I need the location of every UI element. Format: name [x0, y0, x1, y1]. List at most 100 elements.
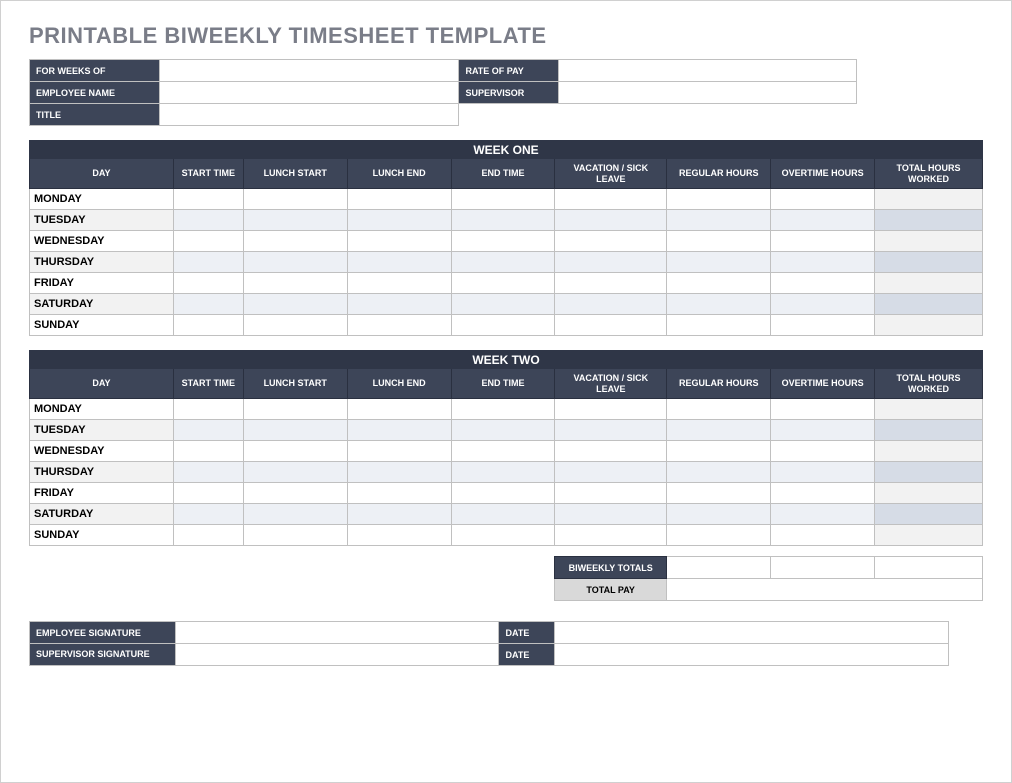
cell[interactable]: [667, 441, 771, 462]
cell[interactable]: [667, 273, 771, 294]
cell[interactable]: [555, 231, 667, 252]
cell[interactable]: [243, 210, 347, 231]
cell[interactable]: [555, 483, 667, 504]
cell[interactable]: [555, 441, 667, 462]
for-weeks-of-value[interactable]: [159, 60, 459, 82]
cell[interactable]: [555, 294, 667, 315]
cell[interactable]: [667, 399, 771, 420]
cell[interactable]: [243, 189, 347, 210]
cell[interactable]: [667, 210, 771, 231]
cell[interactable]: [555, 420, 667, 441]
cell[interactable]: [771, 441, 875, 462]
cell[interactable]: [451, 525, 555, 546]
cell[interactable]: [555, 315, 667, 336]
cell[interactable]: [555, 189, 667, 210]
cell[interactable]: [243, 252, 347, 273]
cell[interactable]: [555, 462, 667, 483]
cell[interactable]: [347, 462, 451, 483]
cell[interactable]: [451, 420, 555, 441]
cell[interactable]: [173, 420, 243, 441]
cell[interactable]: [667, 420, 771, 441]
cell[interactable]: [173, 231, 243, 252]
cell[interactable]: [243, 462, 347, 483]
supervisor-signature-value[interactable]: [175, 644, 499, 666]
cell[interactable]: [771, 189, 875, 210]
cell[interactable]: [771, 420, 875, 441]
cell[interactable]: [173, 189, 243, 210]
cell[interactable]: [771, 252, 875, 273]
cell[interactable]: [173, 315, 243, 336]
cell[interactable]: [771, 315, 875, 336]
supervisor-value[interactable]: [559, 82, 857, 104]
cell[interactable]: [771, 210, 875, 231]
cell[interactable]: [173, 273, 243, 294]
cell[interactable]: [347, 273, 451, 294]
cell[interactable]: [771, 294, 875, 315]
cell[interactable]: [243, 441, 347, 462]
cell[interactable]: [451, 252, 555, 273]
cell[interactable]: [173, 441, 243, 462]
cell[interactable]: [347, 210, 451, 231]
cell[interactable]: [771, 483, 875, 504]
cell[interactable]: [771, 504, 875, 525]
cell[interactable]: [555, 252, 667, 273]
cell[interactable]: [347, 441, 451, 462]
cell[interactable]: [173, 399, 243, 420]
cell[interactable]: [243, 420, 347, 441]
cell[interactable]: [243, 504, 347, 525]
cell[interactable]: [347, 231, 451, 252]
cell[interactable]: [243, 315, 347, 336]
cell[interactable]: [243, 273, 347, 294]
employee-signature-value[interactable]: [175, 622, 499, 644]
cell[interactable]: [771, 462, 875, 483]
cell[interactable]: [451, 231, 555, 252]
cell[interactable]: [771, 525, 875, 546]
cell[interactable]: [667, 525, 771, 546]
cell[interactable]: [347, 294, 451, 315]
cell[interactable]: [451, 483, 555, 504]
cell[interactable]: [451, 189, 555, 210]
cell[interactable]: [667, 483, 771, 504]
cell[interactable]: [451, 315, 555, 336]
cell[interactable]: [667, 315, 771, 336]
cell[interactable]: [667, 252, 771, 273]
cell[interactable]: [173, 294, 243, 315]
supervisor-date-value[interactable]: [555, 644, 949, 666]
cell[interactable]: [347, 189, 451, 210]
cell[interactable]: [173, 483, 243, 504]
cell[interactable]: [173, 504, 243, 525]
cell[interactable]: [555, 273, 667, 294]
cell[interactable]: [771, 273, 875, 294]
cell[interactable]: [347, 420, 451, 441]
cell[interactable]: [555, 504, 667, 525]
cell[interactable]: [771, 231, 875, 252]
cell[interactable]: [347, 315, 451, 336]
cell[interactable]: [451, 441, 555, 462]
cell[interactable]: [451, 504, 555, 525]
cell[interactable]: [173, 252, 243, 273]
title-value[interactable]: [159, 104, 459, 126]
cell[interactable]: [555, 399, 667, 420]
cell[interactable]: [451, 294, 555, 315]
cell[interactable]: [347, 252, 451, 273]
cell[interactable]: [451, 273, 555, 294]
cell[interactable]: [347, 504, 451, 525]
cell[interactable]: [243, 231, 347, 252]
cell[interactable]: [771, 399, 875, 420]
cell[interactable]: [667, 504, 771, 525]
cell[interactable]: [667, 189, 771, 210]
cell[interactable]: [555, 210, 667, 231]
employee-date-value[interactable]: [555, 622, 949, 644]
cell[interactable]: [667, 462, 771, 483]
cell[interactable]: [347, 399, 451, 420]
cell[interactable]: [173, 525, 243, 546]
cell[interactable]: [555, 525, 667, 546]
cell[interactable]: [451, 399, 555, 420]
cell[interactable]: [451, 210, 555, 231]
cell[interactable]: [347, 483, 451, 504]
rate-of-pay-value[interactable]: [559, 60, 857, 82]
cell[interactable]: [347, 525, 451, 546]
cell[interactable]: [667, 294, 771, 315]
cell[interactable]: [451, 462, 555, 483]
cell[interactable]: [243, 399, 347, 420]
